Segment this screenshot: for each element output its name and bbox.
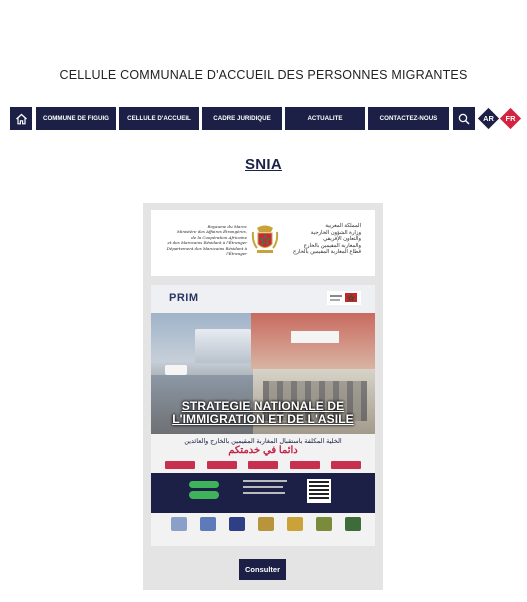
nav-item-cellule-d-accueil[interactable]: CELLULE D'ACCUEIL (119, 107, 199, 130)
poster-pill (165, 461, 195, 469)
ministry-logo-french-text: Royaume du Maroc Ministère des Affaires … (166, 224, 247, 257)
language-ar-button[interactable]: AR (477, 107, 500, 130)
prim-logo: PRIM (169, 292, 199, 304)
poster-partner-logos (171, 517, 361, 531)
nav-item-commune-de-figuig[interactable]: COMMUNE DE FIGUIG (36, 107, 116, 130)
poster-pill (331, 461, 361, 469)
partner-logo-icon (345, 517, 361, 531)
poster-arabic-slogan: دائما في خدمتكم (228, 445, 298, 456)
search-icon (458, 113, 470, 124)
snia-poster-image: PRIM STRATEGIE NATIONALE DE L'IMMIGRATIO… (151, 285, 375, 546)
language-fr-button[interactable]: FR (499, 107, 522, 130)
nav-item-actualite[interactable]: ACTUALITE (285, 107, 365, 130)
language-ar-label: AR (483, 114, 494, 123)
moroccan-emblem-icon (251, 225, 279, 253)
nav-item-cadre-juridique[interactable]: CADRE JURIDIQUE (202, 107, 282, 130)
language-fr-label: FR (505, 114, 516, 123)
page-title: SNIA (244, 156, 283, 173)
ministry-logo-arabic-text: المملكة المغربية وزارة الشؤون الخارجية و… (292, 223, 361, 255)
poster-title: STRATEGIE NATIONALE DE L'IMMIGRATION ET … (172, 399, 354, 426)
consulter-button[interactable]: Consulter (239, 559, 286, 580)
partner-logo-icon (200, 517, 216, 531)
ministry-flag-icon (327, 291, 361, 305)
partner-logo-icon (258, 517, 274, 531)
partner-logo-icon (287, 517, 303, 531)
photo-ferry (195, 329, 251, 363)
whatsapp-badge-icon (189, 481, 219, 488)
poster-contact-band (151, 473, 375, 513)
photo-sign (291, 331, 339, 343)
qr-code-icon (307, 479, 331, 503)
partner-logo-icon (171, 517, 187, 531)
poster-pill (206, 461, 237, 469)
site-title: CELLULE COMMUNALE D'ACCUEIL DES PERSONNE… (59, 68, 468, 82)
photo-car (165, 365, 187, 375)
nav-item-contactez-nous[interactable]: CONTACTEZ-NOUS (368, 107, 449, 130)
poster-service-pills (165, 461, 361, 469)
search-button[interactable] (453, 107, 475, 130)
document-card: Royaume du Maroc Ministère des Affaires … (143, 203, 383, 590)
partner-logo-icon (316, 517, 332, 531)
poster-header: PRIM (151, 285, 375, 312)
poster-pill (289, 461, 320, 469)
poster-arabic-line: الخلية المكلفة باستقبال المغاربة المقيمي… (184, 438, 342, 445)
home-button[interactable] (10, 107, 32, 130)
partner-logo-icon (229, 517, 245, 531)
poster-contact-lines (243, 480, 287, 498)
home-icon (15, 113, 27, 124)
ministry-logo: Royaume du Maroc Ministère des Affaires … (151, 210, 375, 276)
whatsapp-number-icon (189, 491, 219, 499)
main-navbar: COMMUNE DE FIGUIG CELLULE D'ACCUEIL CADR… (10, 107, 475, 130)
poster-pill (248, 461, 278, 469)
